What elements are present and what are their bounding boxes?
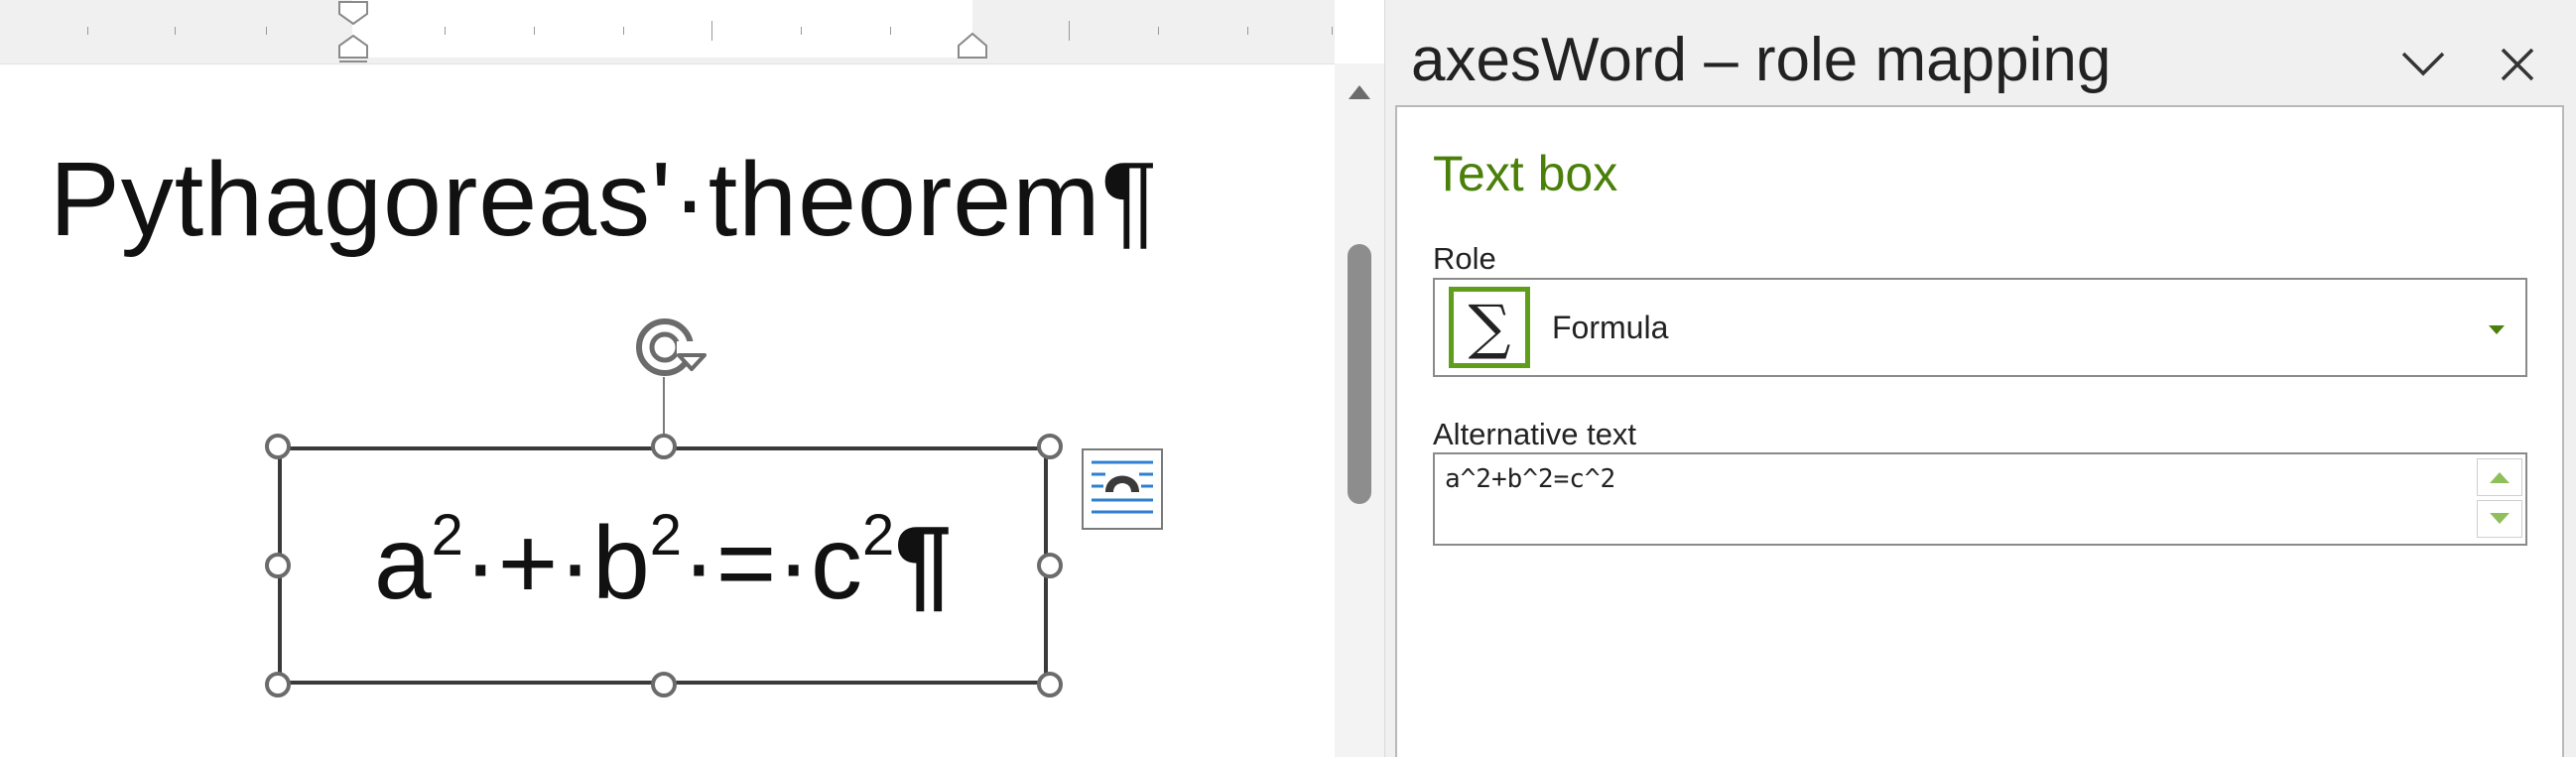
alternative-text-field[interactable]: a^2+b^2=c^2 — [1433, 452, 2527, 546]
chevron-down-icon[interactable] — [2399, 48, 2447, 77]
layout-options-button[interactable] — [1082, 448, 1163, 530]
triangle-up-icon — [2490, 472, 2510, 483]
alternative-text-value[interactable]: a^2+b^2=c^2 — [1445, 466, 1615, 492]
ruler-tick — [623, 27, 624, 35]
resize-handle-bottom-left[interactable] — [265, 672, 291, 697]
ruler-tick — [534, 27, 535, 35]
resize-handle-right[interactable] — [1037, 553, 1063, 578]
close-icon[interactable] — [2499, 46, 2536, 83]
ruler-tick — [445, 27, 446, 35]
ruler-tick — [801, 27, 802, 35]
ruler-tick — [175, 27, 176, 35]
ruler-tick — [1069, 21, 1070, 41]
ruler-tick — [1158, 27, 1159, 35]
section-title: Text box — [1433, 146, 1618, 201]
right-indent-marker[interactable] — [955, 30, 990, 62]
ruler-tick — [890, 27, 891, 35]
resize-handle-left[interactable] — [265, 553, 291, 578]
document-heading[interactable]: Pythagoreas'·theorem¶ — [50, 147, 1159, 252]
ruler-tick — [1247, 27, 1248, 35]
layout-options-icon — [1092, 460, 1153, 514]
role-selected-value: Formula — [1552, 310, 1669, 345]
resize-handle-bottom[interactable] — [651, 672, 677, 697]
pane-title: axesWord – role mapping — [1411, 26, 2112, 94]
rotate-icon[interactable] — [631, 315, 708, 377]
dropdown-arrow-icon[interactable] — [2487, 323, 2507, 337]
spin-down-button[interactable] — [2477, 500, 2522, 538]
alternative-text-label: Alternative text — [1433, 417, 1637, 451]
document-area[interactable]: Pythagoreas'·theorem¶ a2·+·b2·=·c2¶ — [0, 0, 1335, 757]
ruler-tick — [87, 27, 88, 35]
sigma-icon: ∑ — [1449, 287, 1530, 368]
resize-handle-top-right[interactable] — [1037, 434, 1063, 459]
resize-handle-top-left[interactable] — [265, 434, 291, 459]
resize-handle-top[interactable] — [651, 434, 677, 459]
resize-handle-bottom-right[interactable] — [1037, 672, 1063, 697]
horizontal-ruler[interactable] — [0, 0, 1335, 64]
scroll-up-arrow-icon[interactable] — [1347, 81, 1372, 101]
formula-text-box[interactable]: a2·+·b2·=·c2¶ — [278, 446, 1048, 685]
formula-text[interactable]: a2·+·b2·=·c2¶ — [282, 507, 1044, 616]
ruler-tick — [711, 21, 712, 41]
ruler-tick — [266, 27, 267, 35]
scrollbar-thumb[interactable] — [1348, 244, 1371, 504]
role-label: Role — [1433, 241, 1496, 276]
spin-up-button[interactable] — [2477, 458, 2522, 496]
ruler-tick — [1332, 27, 1333, 35]
first-line-indent-marker[interactable] — [335, 0, 371, 63]
triangle-down-icon — [2490, 513, 2510, 524]
role-dropdown[interactable]: ∑ Formula — [1433, 278, 2527, 377]
